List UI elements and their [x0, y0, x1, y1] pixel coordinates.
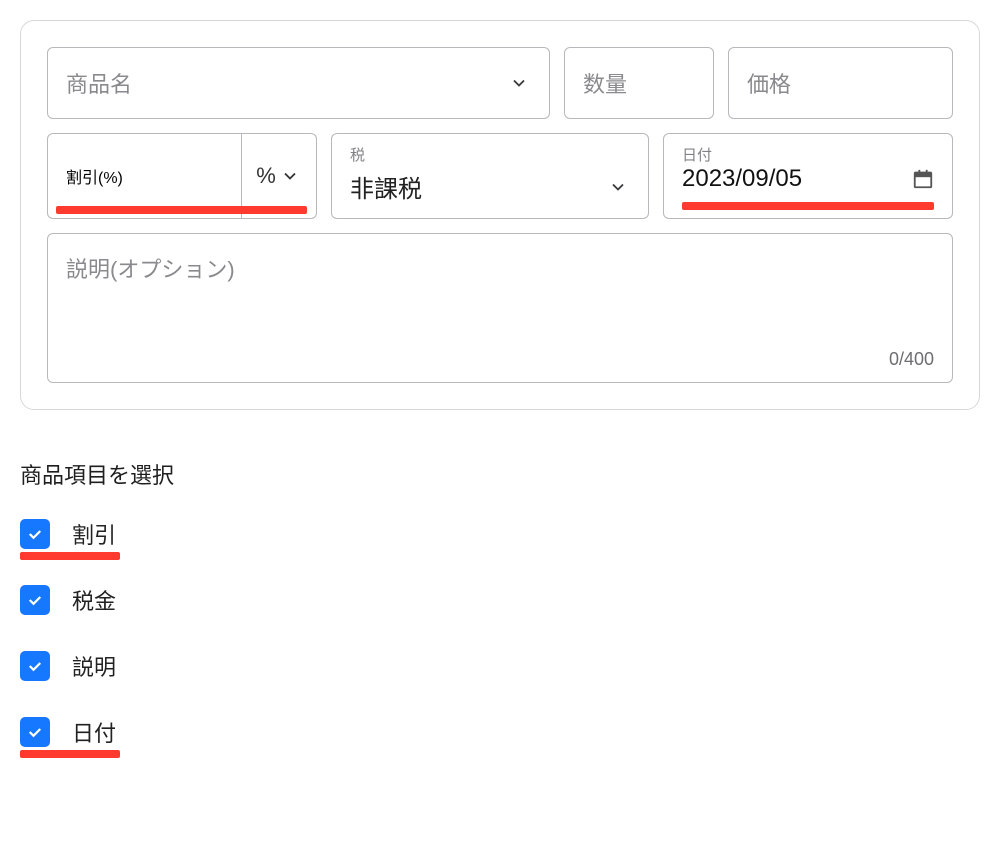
option-label: 税金: [72, 584, 116, 616]
character-counter: 0/400: [889, 349, 934, 370]
highlight-underline: [56, 206, 307, 214]
tax-value: 非課税: [350, 169, 422, 204]
highlight-underline: [20, 750, 120, 758]
calendar-icon: [912, 168, 934, 190]
option-label: 説明: [72, 650, 116, 682]
date-label: 日付: [682, 147, 712, 164]
chevron-down-icon: [507, 71, 531, 95]
discount-field-group: 割引(%) %: [47, 133, 317, 219]
price-placeholder: 価格: [747, 67, 934, 99]
option-row-discount[interactable]: 割引: [20, 518, 116, 550]
date-input[interactable]: 日付 2023/09/05: [663, 133, 953, 219]
price-input[interactable]: 価格: [728, 47, 953, 119]
tax-label: 税: [350, 144, 630, 165]
chevron-down-icon: [278, 164, 302, 188]
chevron-down-icon: [606, 175, 630, 199]
option-label: 日付: [72, 716, 116, 748]
product-name-select[interactable]: 商品名: [47, 47, 550, 119]
description-textarea[interactable]: 説明(オプション) 0/400: [47, 233, 953, 383]
product-name-placeholder: 商品名: [66, 67, 507, 99]
date-value: 2023/09/05: [682, 165, 802, 193]
item-form-card: 商品名 数量 価格 割引(%) % 税: [20, 20, 980, 410]
quantity-input[interactable]: 数量: [564, 47, 714, 119]
discount-placeholder: 割引(%): [66, 164, 123, 188]
discount-unit-label: %: [256, 163, 276, 189]
form-row-1: 商品名 数量 価格: [47, 47, 953, 119]
checkbox-checked-icon[interactable]: [20, 717, 50, 747]
quantity-placeholder: 数量: [583, 67, 695, 99]
option-label: 割引: [72, 518, 116, 550]
option-row-tax[interactable]: 税金: [20, 584, 116, 616]
highlight-underline: [20, 552, 120, 560]
option-row-description[interactable]: 説明: [20, 650, 116, 682]
section-title: 商品項目を選択: [20, 458, 980, 490]
option-row-date[interactable]: 日付: [20, 716, 116, 748]
checkbox-checked-icon[interactable]: [20, 585, 50, 615]
description-placeholder: 説明(オプション): [66, 257, 235, 282]
highlight-underline: [682, 202, 934, 210]
tax-select[interactable]: 税 非課税: [331, 133, 649, 219]
discount-input[interactable]: 割引(%): [47, 133, 242, 219]
form-row-2: 割引(%) % 税 非課税 日付 2023/09/05: [47, 133, 953, 219]
checkbox-checked-icon[interactable]: [20, 519, 50, 549]
checkbox-checked-icon[interactable]: [20, 651, 50, 681]
